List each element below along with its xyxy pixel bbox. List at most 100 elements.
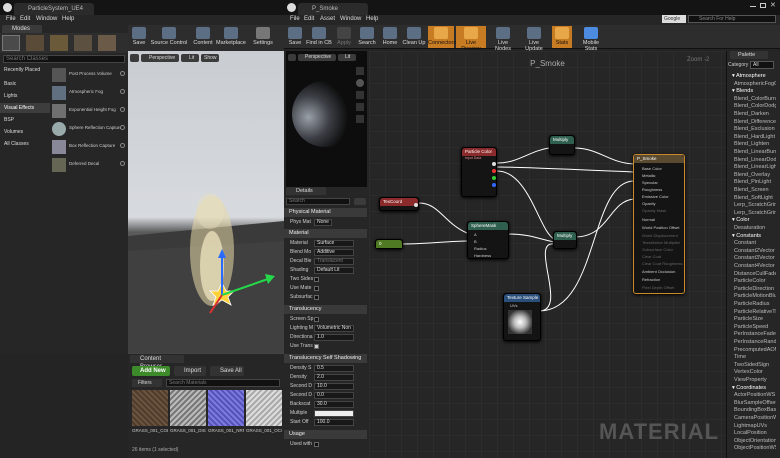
preview-options-icon[interactable] [288,54,296,61]
save-button[interactable]: Save [286,26,304,48]
place-item[interactable]: Sphere Reflection Capture [52,121,125,137]
apply-button[interactable]: Apply [334,26,354,48]
use-material-attributes-checkbox[interactable] [314,286,319,291]
category-bsp[interactable]: BSP [4,117,14,123]
connectors-button[interactable]: Connectors [428,26,456,48]
help-icon[interactable] [120,161,125,166]
find-in-cb-button[interactable]: Find in CB [306,26,332,48]
live-preview-button[interactable]: Live Preview [456,26,486,52]
output-pin[interactable] [492,183,496,187]
menu-file[interactable]: File [6,16,16,22]
menu-edit[interactable]: Edit [304,16,314,22]
material-graph[interactable]: P_Smoke Zoom -2 MATERIAL Particle Color … [369,51,726,458]
menu-file[interactable]: File [290,16,300,22]
particle-color-node[interactable]: Particle Color Input Data [461,147,497,197]
help-icon[interactable] [120,143,125,148]
material-domain-dropdown[interactable]: Surface [314,240,354,247]
save-button[interactable]: Save [130,26,148,48]
category-recently-placed[interactable]: Recently Placed [4,67,40,73]
settings-button[interactable]: Settings [250,26,276,48]
palette-tab[interactable]: Palette [730,51,768,59]
marketplace-button[interactable]: Marketplace [216,26,246,48]
menu-edit[interactable]: Edit [20,16,30,22]
maximize-icon[interactable] [760,3,766,8]
help-icon[interactable] [120,71,125,76]
live-nodes-button[interactable]: Live Nodes [490,26,516,52]
preview-sphere-icon[interactable] [356,79,364,87]
mobile-stats-button[interactable]: Mobile Stats [576,26,606,52]
live-update-button[interactable]: Live Update [520,26,548,52]
category-volumes[interactable]: Volumes [4,129,23,135]
section-translucency[interactable]: Translucency [284,305,367,314]
details-search-input[interactable]: Search [286,198,350,205]
clean-up-button[interactable]: Clean Up [402,26,426,48]
used-with-checkbox[interactable] [314,442,319,447]
backscatter-field[interactable]: 30.0 [314,401,354,408]
multiple-scatter-color[interactable] [314,410,354,417]
asset-tile[interactable]: GRASS_001_DISP [170,390,206,440]
content-button[interactable]: Content [192,26,214,48]
details-tab[interactable]: Details [286,187,326,195]
asset-tile[interactable]: GRASS_001_NRM [208,390,244,440]
material-result-node[interactable]: P_Smoke Base Color Metallic Specular Rou… [633,154,685,294]
output-pin[interactable] [414,203,418,207]
level-viewport[interactable]: Perspective Lit Show [128,51,284,353]
output-pin[interactable] [492,176,496,180]
directional-field[interactable]: 1.0 [314,334,354,341]
output-pin[interactable] [492,162,496,166]
asset-tile[interactable]: GRASS_001_COLOR [132,390,168,440]
category-visual-effects[interactable]: Visual Effects [0,103,50,113]
content-browser-tab[interactable]: Content Browser [130,355,184,370]
source-control-button[interactable]: Source Control [150,26,188,48]
section-usage[interactable]: Usage [284,430,367,439]
texcoord-node[interactable]: TexCoord [379,197,419,211]
place-mode-icon[interactable] [2,35,20,51]
import-button[interactable]: Import [174,366,206,376]
help-search-input[interactable]: Search For Help [688,15,776,23]
multiply-node-bottom[interactable]: Multiply [553,231,577,249]
screen-space-checkbox[interactable] [314,317,319,322]
shadow-density-scale-field[interactable]: 0.5 [314,365,354,372]
place-item[interactable]: Box Reflection Capture [52,139,125,155]
tab-level[interactable]: ParticleSystem_UE4 [14,3,94,15]
section-self-shadowing[interactable]: Translucency Self Shadowing [284,354,367,363]
shadow-density-field[interactable]: 2.0 [314,374,354,381]
output-pin[interactable] [492,169,496,173]
modes-tab[interactable]: Modes [2,25,42,33]
menu-window[interactable]: Window [340,16,361,22]
phys-mat-field[interactable]: None [314,219,332,226]
help-icon[interactable] [120,89,125,94]
home-button[interactable]: Home [380,26,400,48]
category-basic[interactable]: Basic [4,81,16,87]
add-new-button[interactable]: Add New [132,366,170,376]
landscape-mode-icon[interactable] [50,35,68,51]
subsurface-checkbox[interactable] [314,295,319,300]
menu-help[interactable]: Help [62,16,74,22]
decal-blend-dropdown[interactable]: Translucent [314,258,354,265]
blend-mode-dropdown[interactable]: Additive [314,249,354,256]
lighting-mode-dropdown[interactable]: Volumetric Non [314,325,354,332]
preview-perspective-button[interactable]: Perspective [298,54,336,61]
asset-search-input[interactable]: Search Materials [166,379,280,387]
place-item[interactable]: Deferred Decal [52,157,125,173]
asset-tile[interactable]: GRASS_001_OCC [246,390,282,440]
paint-mode-icon[interactable] [26,35,44,51]
texture-sample-node[interactable]: Texture Sample UVs [503,293,541,341]
geometry-mode-icon[interactable] [98,35,116,51]
preview-cylinder-icon[interactable] [356,67,364,75]
place-item[interactable]: Post Process Volume [52,67,125,83]
menu-window[interactable]: Window [36,16,57,22]
category-lights[interactable]: Lights [4,93,17,99]
search-button[interactable]: Search [356,26,378,48]
multiply-node-top[interactable]: Multiply [549,135,575,155]
filters-button[interactable]: Filters [132,379,162,387]
menu-asset[interactable]: Asset [320,16,335,22]
minimize-icon[interactable] [750,6,756,7]
tab-material[interactable]: P_Smoke [298,3,368,15]
preview-lit-button[interactable]: Lit [338,54,356,61]
palette-item[interactable]: ObjectPositionWS [732,444,776,452]
section-physical-material[interactable]: Physical Material [284,208,367,217]
category-all-classes[interactable]: All Classes [4,141,29,147]
close-icon[interactable]: ✕ [770,1,776,9]
second-density-alt-field[interactable]: 0.0 [314,392,354,399]
